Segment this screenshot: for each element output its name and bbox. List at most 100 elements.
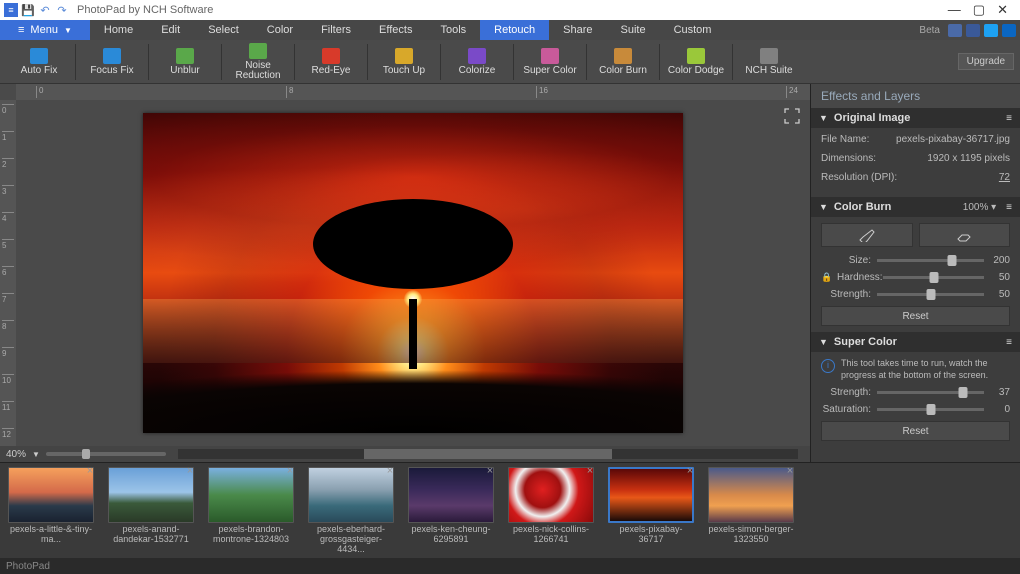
opacity-dropdown[interactable]: 100% ▾ <box>963 202 996 213</box>
chevron-down-icon: ▼ <box>819 113 828 123</box>
tool-auto-fix[interactable]: Auto Fix <box>6 40 72 84</box>
thumbnail-image <box>208 467 294 523</box>
zoom-slider[interactable] <box>46 452 166 456</box>
canvas-image[interactable] <box>143 113 683 433</box>
undo-icon[interactable]: ↶ <box>38 3 52 17</box>
menu-item-tools[interactable]: Tools <box>426 20 480 40</box>
close-thumbnail-icon[interactable]: × <box>284 465 296 477</box>
beta-label: Beta <box>919 25 940 36</box>
like-icon[interactable] <box>948 24 962 37</box>
reset-button[interactable]: Reset <box>821 306 1010 326</box>
hardness-slider[interactable] <box>883 276 984 279</box>
toolbar: Auto FixFocus FixUnblurNoise ReductionRe… <box>0 40 1020 84</box>
section-menu-icon[interactable]: ≡ <box>1006 113 1012 124</box>
tool-nch-suite[interactable]: NCH Suite <box>736 40 802 84</box>
upgrade-button[interactable]: Upgrade <box>958 53 1014 70</box>
tool-red-eye[interactable]: Red-Eye <box>298 40 364 84</box>
menu-item-retouch[interactable]: Retouch <box>480 20 549 40</box>
menu-item-edit[interactable]: Edit <box>147 20 194 40</box>
menu-item-select[interactable]: Select <box>194 20 253 40</box>
tool-color-burn[interactable]: Color Burn <box>590 40 656 84</box>
close-thumbnail-icon[interactable]: × <box>184 465 196 477</box>
horizontal-scrollbar[interactable] <box>178 449 798 459</box>
close-thumbnail-icon[interactable]: × <box>384 465 396 477</box>
linkedin-icon[interactable] <box>1002 24 1016 37</box>
strength-slider[interactable] <box>877 391 984 394</box>
section-title: Color Burn <box>834 201 891 213</box>
menu-item-filters[interactable]: Filters <box>307 20 365 40</box>
thumbnail[interactable]: ×pexels-pixabay-36717 <box>606 467 696 545</box>
menu-item-suite[interactable]: Suite <box>606 20 659 40</box>
window-controls: — ▢ ✕ <box>948 2 1008 18</box>
lock-icon[interactable]: 🔒 <box>821 272 831 283</box>
close-thumbnail-icon[interactable]: × <box>584 465 596 477</box>
reset-button[interactable]: Reset <box>821 421 1010 441</box>
close-thumbnail-icon[interactable]: × <box>784 465 796 477</box>
filename-key: File Name: <box>821 134 869 145</box>
chevron-down-icon[interactable]: ▼ <box>32 450 40 459</box>
zoom-bar: 40% ▼ <box>0 446 810 462</box>
facebook-icon[interactable] <box>966 24 980 37</box>
focus-fix-icon <box>103 48 121 64</box>
thumbnail[interactable]: × pexels-a-little-&-tiny-ma... <box>6 467 96 545</box>
app-title: PhotoPad by NCH Software <box>77 4 948 16</box>
thumbnail-name: pexels-anand-dandekar-1532771 <box>107 525 195 545</box>
close-thumbnail-icon[interactable]: × <box>684 465 696 477</box>
thumbnail-image <box>108 467 194 523</box>
thumbnail[interactable]: ×pexels-simon-berger-1323550 <box>706 467 796 545</box>
menu-item-share[interactable]: Share <box>549 20 606 40</box>
thumbnail[interactable]: × pexels-ken-cheung-6295891 <box>406 467 496 545</box>
section-head-original[interactable]: ▼ Original Image ≡ <box>811 108 1020 128</box>
tool-noise-reduction[interactable]: Noise Reduction <box>225 40 291 84</box>
eraser-tool-button[interactable] <box>919 223 1011 247</box>
thumbnail-name: pexels-a-little-&-tiny-ma... <box>7 525 95 545</box>
tool-touch-up[interactable]: Touch Up <box>371 40 437 84</box>
maximize-button[interactable]: ▢ <box>973 2 985 18</box>
menu-item-color[interactable]: Color <box>253 20 307 40</box>
menu-button[interactable]: ≡ Menu ▼ <box>0 20 90 40</box>
size-slider[interactable] <box>877 259 984 262</box>
tool-focus-fix[interactable]: Focus Fix <box>79 40 145 84</box>
section-head-supercolor[interactable]: ▼ Super Color ≡ <box>811 332 1020 352</box>
thumbnail[interactable]: ×pexels-eberhard-grossgasteiger-4434... <box>306 467 396 555</box>
thumbnail-name: pexels-nick-collins-1266741 <box>507 525 595 545</box>
menu-item-home[interactable]: Home <box>90 20 147 40</box>
tool-unblur[interactable]: Unblur <box>152 40 218 84</box>
section-body-original: File Name:pexels-pixabay-36717.jpg Dimen… <box>811 128 1020 197</box>
thumbnail[interactable]: × pexels-nick-collins-1266741 <box>506 467 596 545</box>
thumbnail[interactable]: ×pexels-brandon-montrone-1324803 <box>206 467 296 545</box>
brush-tool-button[interactable] <box>821 223 913 247</box>
strength-label: Strength: <box>821 289 871 300</box>
twitter-icon[interactable] <box>984 24 998 37</box>
canvas-area: 081624 012345678910111213 40% ▼ <box>0 84 810 462</box>
menu-item-effects[interactable]: Effects <box>365 20 426 40</box>
resolution-value: 72 <box>999 172 1010 183</box>
redo-icon[interactable]: ↷ <box>55 3 69 17</box>
close-thumbnail-icon[interactable]: × <box>484 465 496 477</box>
tool-color-dodge[interactable]: Color Dodge <box>663 40 729 84</box>
strength-label: Strength: <box>821 387 871 398</box>
tool-label: Touch Up <box>383 66 425 76</box>
close-button[interactable]: ✕ <box>997 2 1008 18</box>
info-icon: i <box>821 359 835 373</box>
fullscreen-icon[interactable] <box>784 108 800 124</box>
thumbnail-name: pexels-ken-cheung-6295891 <box>407 525 495 545</box>
thumbnail[interactable]: × pexels-anand-dandekar-1532771 <box>106 467 196 545</box>
section-head-colorburn[interactable]: ▼ Color Burn 100% ▾ ≡ <box>811 197 1020 217</box>
minimize-button[interactable]: — <box>948 2 961 18</box>
viewport[interactable] <box>16 100 810 446</box>
strength-slider[interactable] <box>877 293 984 296</box>
filename-value: pexels-pixabay-36717.jpg <box>896 134 1010 145</box>
save-icon[interactable]: 💾 <box>21 3 35 17</box>
menu-item-custom[interactable]: Custom <box>660 20 726 40</box>
tool-colorize[interactable]: Colorize <box>444 40 510 84</box>
tool-super-color[interactable]: Super Color <box>517 40 583 84</box>
ruler-vertical: 012345678910111213 <box>0 100 16 446</box>
saturation-slider[interactable] <box>877 408 984 411</box>
saturation-value: 0 <box>990 404 1010 415</box>
section-body-supercolor: iThis tool takes time to run, watch the … <box>811 352 1020 447</box>
tool-label: Super Color <box>523 66 576 76</box>
section-menu-icon[interactable]: ≡ <box>1006 337 1012 348</box>
close-thumbnail-icon[interactable]: × <box>84 465 96 477</box>
section-menu-icon[interactable]: ≡ <box>1006 202 1012 213</box>
